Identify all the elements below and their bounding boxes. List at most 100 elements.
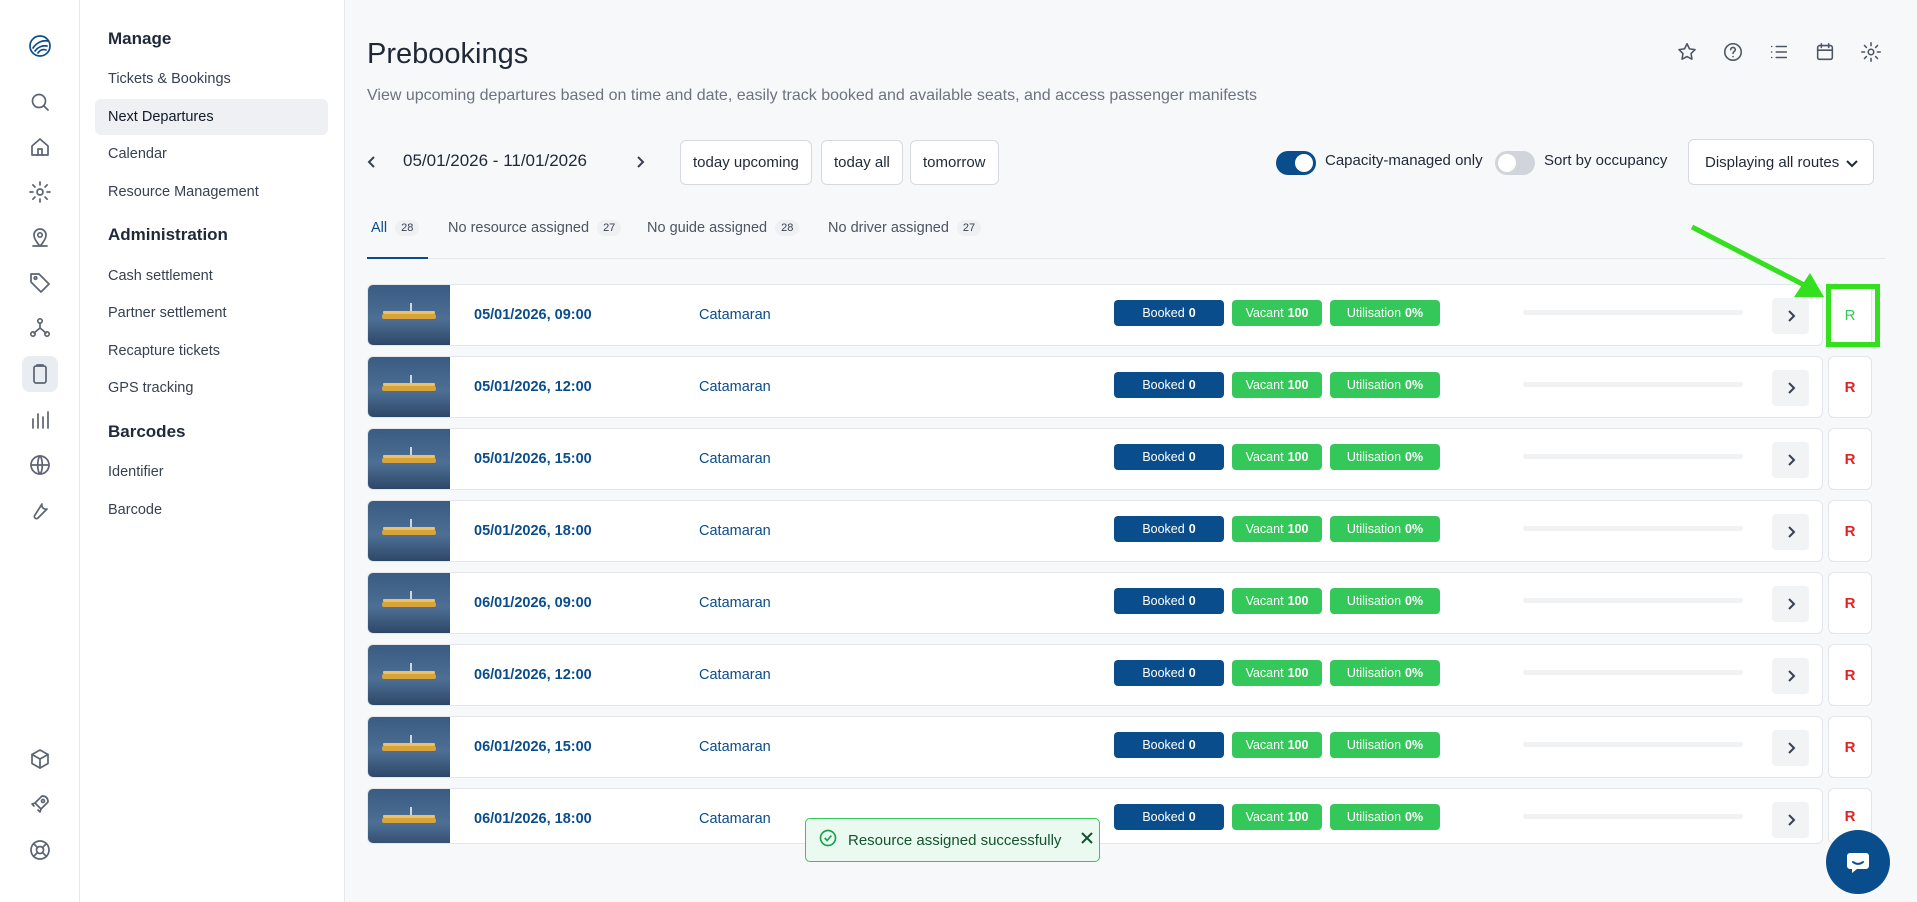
star-icon[interactable] bbox=[1673, 38, 1701, 66]
open-departure-button[interactable] bbox=[1772, 730, 1809, 766]
nav-item-calendar[interactable]: Calendar bbox=[95, 136, 328, 172]
badge-label: Booked bbox=[1142, 810, 1185, 824]
routes-dropdown[interactable]: Displaying all routes bbox=[1688, 139, 1874, 185]
occupancy-bar bbox=[1523, 454, 1743, 459]
departure-row[interactable]: 05/01/2026, 18:00 Catamaran Booked 0 Vaca… bbox=[367, 500, 1823, 562]
tomorrow-button[interactable]: tomorrow bbox=[910, 140, 999, 185]
booked-count: 0 bbox=[1188, 810, 1196, 824]
settings-icon[interactable] bbox=[1857, 38, 1885, 66]
next-week-button[interactable] bbox=[630, 148, 650, 176]
open-departure-button[interactable] bbox=[1772, 514, 1809, 550]
departure-datetime[interactable]: 06/01/2026, 15:00 bbox=[474, 739, 592, 755]
departure-datetime[interactable]: 05/01/2026, 18:00 bbox=[474, 523, 592, 539]
tab-no-guide-assigned[interactable]: No guide assigned 28 bbox=[647, 220, 800, 236]
assign-resource-button[interactable]: R bbox=[1828, 428, 1872, 490]
departure-row[interactable]: 05/01/2026, 09:00 Catamaran Booked 0 Vaca… bbox=[367, 284, 1823, 346]
nav-item-cash-settlement[interactable]: Cash settlement bbox=[95, 258, 328, 294]
occupancy-bar bbox=[1523, 382, 1743, 387]
badge-label: Utilisation bbox=[1346, 594, 1402, 608]
assign-resource-button[interactable]: R bbox=[1828, 572, 1872, 634]
nav-item-recapture-tickets[interactable]: Recapture tickets bbox=[95, 333, 328, 369]
nav-item-resource-management[interactable]: Resource Management bbox=[95, 174, 328, 210]
chat-button[interactable] bbox=[1826, 830, 1890, 894]
bar-chart-icon[interactable] bbox=[22, 402, 58, 438]
assign-resource-button[interactable]: R bbox=[1828, 716, 1872, 778]
departure-datetime[interactable]: 06/01/2026, 12:00 bbox=[474, 667, 592, 683]
network-icon[interactable] bbox=[22, 310, 58, 346]
wrench-icon[interactable] bbox=[22, 492, 58, 528]
badge-label: Utilisation bbox=[1346, 306, 1402, 320]
main-content: Prebookings View upcoming departures bas… bbox=[345, 0, 1917, 902]
resource-name[interactable]: Catamaran bbox=[699, 379, 771, 395]
catamaran-thumbnail bbox=[368, 645, 450, 705]
globe-icon[interactable] bbox=[22, 447, 58, 483]
nav-item-tickets-bookings[interactable]: Tickets & Bookings bbox=[95, 61, 328, 97]
search-icon[interactable] bbox=[22, 84, 58, 120]
tab-no-resource-assigned[interactable]: No resource assigned 27 bbox=[448, 220, 622, 236]
booked-badge: Booked 0 bbox=[1114, 300, 1224, 326]
open-departure-button[interactable] bbox=[1772, 442, 1809, 478]
badge-label: Vacant bbox=[1245, 666, 1284, 680]
lifebuoy-icon[interactable] bbox=[22, 832, 58, 868]
nav-item-partner-settlement[interactable]: Partner settlement bbox=[95, 295, 328, 331]
vacant-badge: Vacant 100 bbox=[1232, 732, 1322, 758]
nav-item-next-departures[interactable]: Next Departures bbox=[95, 99, 328, 135]
badge-label: Vacant bbox=[1245, 738, 1284, 752]
resource-name[interactable]: Catamaran bbox=[699, 811, 771, 827]
badge-label: Utilisation bbox=[1346, 522, 1402, 536]
departure-row[interactable]: 06/01/2026, 12:00 Catamaran Booked 0 Vaca… bbox=[367, 644, 1823, 706]
tab-no-driver-assigned[interactable]: No driver assigned 27 bbox=[828, 220, 982, 236]
gear-icon[interactable] bbox=[22, 174, 58, 210]
departure-datetime[interactable]: 05/01/2026, 09:00 bbox=[474, 307, 592, 323]
prev-week-button[interactable] bbox=[362, 148, 382, 176]
resource-name[interactable]: Catamaran bbox=[699, 307, 771, 323]
today-upcoming-button[interactable]: today upcoming bbox=[680, 140, 812, 185]
nav-item-identifier[interactable]: Identifier bbox=[95, 454, 328, 490]
departure-datetime[interactable]: 05/01/2026, 15:00 bbox=[474, 451, 592, 467]
assign-resource-button[interactable]: R bbox=[1828, 644, 1872, 706]
header-actions bbox=[1673, 38, 1885, 66]
tab-all[interactable]: All 28 bbox=[371, 220, 420, 236]
calendar-view-icon[interactable] bbox=[1811, 38, 1839, 66]
user-location-icon[interactable] bbox=[22, 219, 58, 255]
open-departure-button[interactable] bbox=[1772, 802, 1809, 838]
date-range[interactable]: 05/01/2026 - 11/01/2026 bbox=[403, 151, 587, 171]
utilisation-value: 0% bbox=[1405, 306, 1424, 320]
badge-label: Vacant bbox=[1245, 522, 1284, 536]
nav-item-barcode[interactable]: Barcode bbox=[95, 492, 328, 528]
close-icon[interactable] bbox=[1079, 830, 1095, 850]
sort-by-occupancy-toggle[interactable] bbox=[1495, 151, 1535, 175]
occupancy-bar bbox=[1523, 670, 1743, 675]
help-icon[interactable] bbox=[1719, 38, 1747, 66]
departure-datetime[interactable]: 06/01/2026, 09:00 bbox=[474, 595, 592, 611]
rocket-icon[interactable] bbox=[22, 786, 58, 822]
today-all-button[interactable]: today all bbox=[821, 140, 903, 185]
resource-name[interactable]: Catamaran bbox=[699, 739, 771, 755]
nav-item-gps-tracking[interactable]: GPS tracking bbox=[95, 370, 328, 406]
departure-row[interactable]: 05/01/2026, 12:00 Catamaran Booked 0 Vaca… bbox=[367, 356, 1823, 418]
departure-datetime[interactable]: 05/01/2026, 12:00 bbox=[474, 379, 592, 395]
tag-icon[interactable] bbox=[22, 264, 58, 300]
assign-resource-button[interactable]: R bbox=[1828, 356, 1872, 418]
cube-icon[interactable] bbox=[22, 741, 58, 777]
resource-name[interactable]: Catamaran bbox=[699, 595, 771, 611]
list-view-icon[interactable] bbox=[1765, 38, 1793, 66]
open-departure-button[interactable] bbox=[1772, 586, 1809, 622]
departure-row[interactable]: 06/01/2026, 09:00 Catamaran Booked 0 Vaca… bbox=[367, 572, 1823, 634]
open-departure-button[interactable] bbox=[1772, 370, 1809, 406]
assign-resource-button[interactable]: R bbox=[1828, 500, 1872, 562]
resource-name[interactable]: Catamaran bbox=[699, 451, 771, 467]
open-departure-button[interactable] bbox=[1772, 658, 1809, 694]
clipboard-icon[interactable] bbox=[22, 356, 58, 392]
departure-row[interactable]: 06/01/2026, 15:00 Catamaran Booked 0 Vaca… bbox=[367, 716, 1823, 778]
chevron-right-icon bbox=[1787, 814, 1795, 826]
badge-label: Booked bbox=[1142, 594, 1185, 608]
home-icon[interactable] bbox=[22, 129, 58, 165]
resource-name[interactable]: Catamaran bbox=[699, 667, 771, 683]
capacity-managed-toggle[interactable] bbox=[1276, 151, 1316, 175]
chevron-right-icon bbox=[637, 156, 645, 168]
logo-icon[interactable] bbox=[22, 28, 58, 64]
resource-name[interactable]: Catamaran bbox=[699, 523, 771, 539]
departure-datetime[interactable]: 06/01/2026, 18:00 bbox=[474, 811, 592, 827]
departure-row[interactable]: 05/01/2026, 15:00 Catamaran Booked 0 Vaca… bbox=[367, 428, 1823, 490]
